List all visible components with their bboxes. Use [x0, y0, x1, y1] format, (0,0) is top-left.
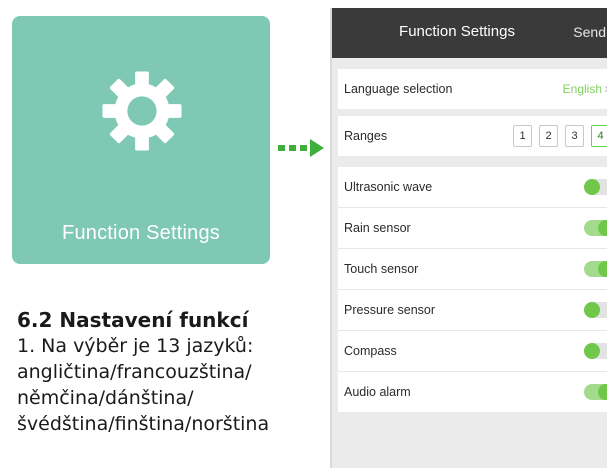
ultrasonic-toggle[interactable]: [584, 179, 607, 195]
toggle-label: Touch sensor: [344, 262, 419, 276]
ranges-group: Ranges 1 2 3 4: [338, 116, 607, 156]
page-title: Function Settings: [399, 23, 515, 40]
range-option-4[interactable]: 4: [591, 125, 607, 147]
nav-bar: Function Settings Send: [332, 8, 607, 58]
arrow-right-icon: [278, 139, 324, 157]
caption-line: němčina/dánština/: [17, 387, 194, 409]
language-value: English: [562, 82, 602, 96]
toggle-knob: [598, 220, 607, 236]
toggle-knob: [584, 179, 600, 195]
compass-toggle[interactable]: [584, 343, 607, 359]
toggle-row-compass: Compass: [338, 331, 607, 372]
caption-line: angličtina/francouzština/: [17, 361, 252, 383]
language-selection-row[interactable]: Language selection English ›: [338, 69, 607, 109]
toggle-knob: [584, 302, 600, 318]
language-label: Language selection: [344, 82, 453, 96]
audio-alarm-toggle[interactable]: [584, 384, 607, 400]
pressure-sensor-toggle[interactable]: [584, 302, 607, 318]
phone-screen: Function Settings Send Language selectio…: [330, 8, 607, 468]
caption-line: 1. Na výběr je 13 jazyků:: [17, 335, 254, 357]
toggle-row-pressure: Pressure sensor: [338, 290, 607, 331]
caption-line: švédština/finština/norština: [17, 413, 270, 435]
toggle-knob: [598, 261, 607, 277]
manual-caption: 6.2 Nastavení funkcí 1. Na výběr je 13 j…: [17, 307, 347, 437]
range-option-2[interactable]: 2: [539, 125, 558, 147]
toggle-label: Ultrasonic wave: [344, 180, 433, 194]
toggle-knob: [584, 343, 600, 359]
toggle-label: Pressure sensor: [344, 303, 436, 317]
send-button[interactable]: Send: [573, 24, 606, 40]
toggle-row-touch: Touch sensor: [338, 249, 607, 290]
ranges-label: Ranges: [344, 129, 388, 143]
range-option-1[interactable]: 1: [513, 125, 532, 147]
toggle-row-audio-alarm: Audio alarm: [338, 372, 607, 412]
toggle-row-rain: Rain sensor: [338, 208, 607, 249]
function-settings-tile[interactable]: Function Settings: [12, 16, 270, 264]
toggle-knob: [598, 384, 607, 400]
ranges-selector: 1 2 3 4: [513, 125, 607, 147]
ranges-row: Ranges 1 2 3 4: [338, 116, 607, 156]
gear-icon: [102, 71, 182, 151]
toggle-row-ultrasonic: Ultrasonic wave: [338, 167, 607, 208]
toggle-label: Rain sensor: [344, 221, 411, 235]
section-heading: 6.2 Nastavení funkcí: [17, 308, 249, 332]
tile-label: Function Settings: [62, 222, 220, 244]
rain-sensor-toggle[interactable]: [584, 220, 607, 236]
language-group: Language selection English ›: [338, 69, 607, 109]
toggle-label: Audio alarm: [344, 385, 411, 399]
range-option-3[interactable]: 3: [565, 125, 584, 147]
toggle-label: Compass: [344, 344, 397, 358]
sensor-group: Ultrasonic wave Rain sensor Touch sensor…: [338, 167, 607, 412]
touch-sensor-toggle[interactable]: [584, 261, 607, 277]
